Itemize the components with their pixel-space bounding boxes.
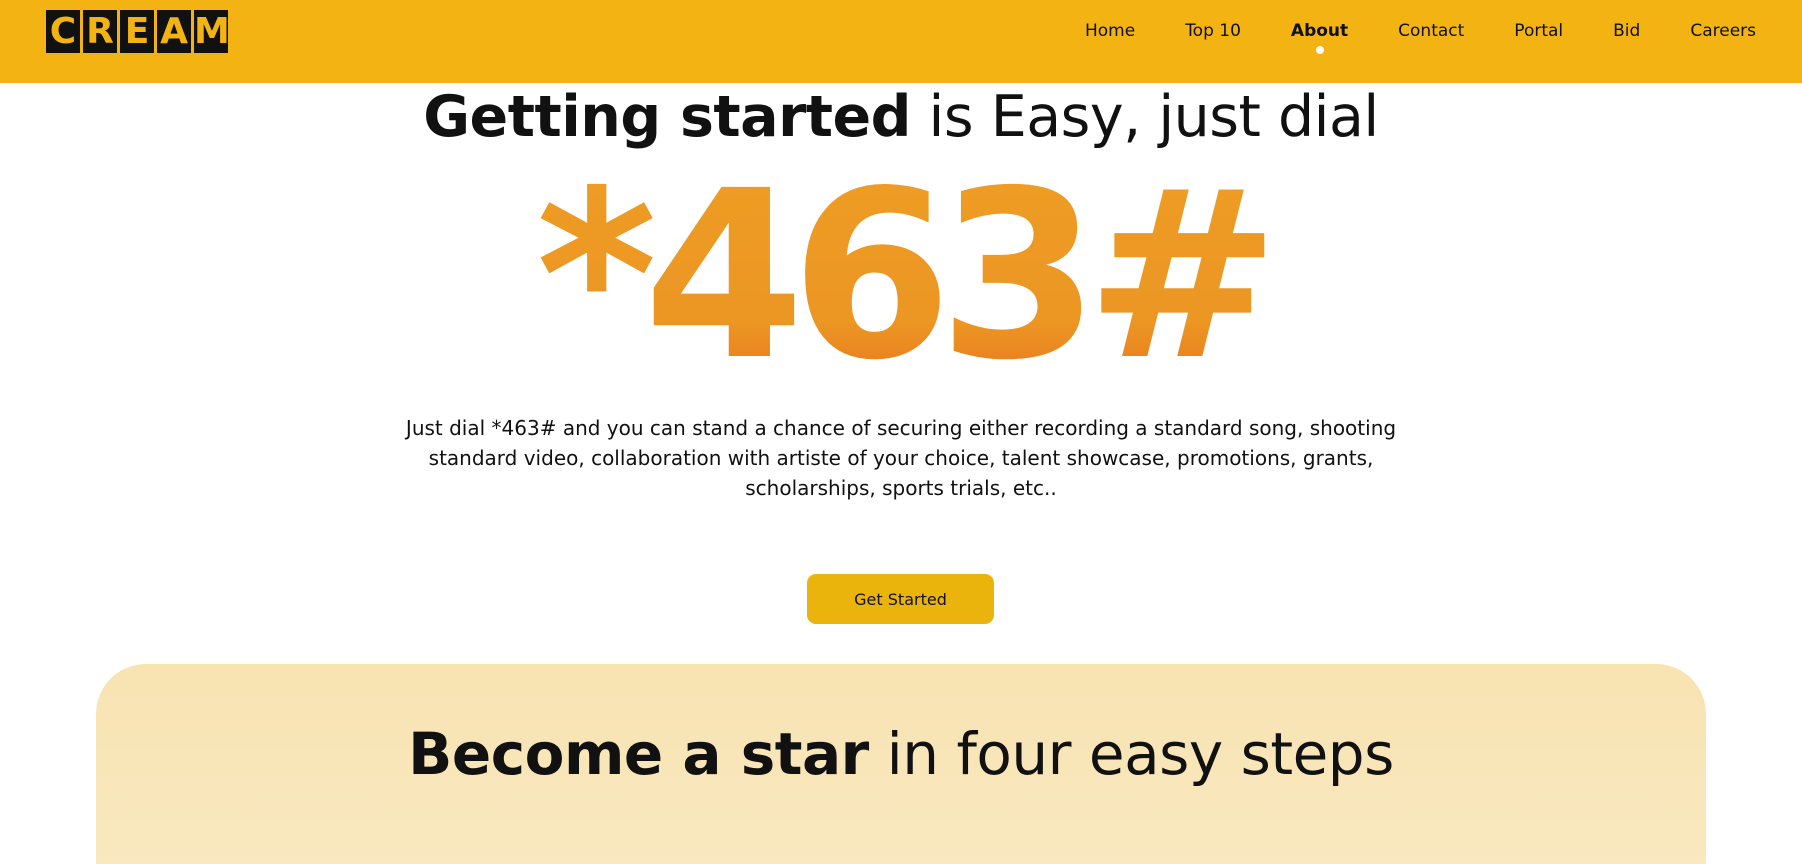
nav-top-10[interactable]: Top 10 bbox=[1185, 21, 1241, 41]
nav-careers[interactable]: Careers bbox=[1690, 21, 1756, 41]
dial-code: *463# bbox=[0, 160, 1802, 392]
nav-about[interactable]: About bbox=[1290, 21, 1349, 54]
nav-bid[interactable]: Bid bbox=[1613, 21, 1640, 41]
steps-title-rest: in four easy steps bbox=[868, 720, 1395, 788]
logo-letter: A bbox=[157, 10, 191, 53]
main-nav: Home Top 10 About Contact Portal Bid Car… bbox=[1085, 0, 1756, 62]
logo-letter: M bbox=[194, 10, 230, 53]
hero-description: Just dial *463# and you can stand a chan… bbox=[405, 416, 1397, 500]
logo-letter: R bbox=[83, 10, 117, 53]
get-started-button[interactable]: Get Started bbox=[807, 574, 994, 624]
nav-about-label: About bbox=[1290, 21, 1349, 41]
cream-logo[interactable]: C R E A M bbox=[46, 10, 230, 53]
logo-letter: E bbox=[120, 10, 154, 53]
nav-portal[interactable]: Portal bbox=[1514, 21, 1563, 41]
steps-title: Become a star in four easy steps bbox=[0, 718, 1802, 790]
steps-title-bold: Become a star bbox=[408, 720, 869, 788]
logo-letter: C bbox=[46, 10, 80, 53]
site-header: C R E A M Home Top 10 About Contact Port… bbox=[0, 0, 1802, 83]
nav-home[interactable]: Home bbox=[1085, 21, 1135, 41]
nav-contact[interactable]: Contact bbox=[1398, 21, 1464, 41]
active-indicator-dot bbox=[1315, 46, 1324, 54]
